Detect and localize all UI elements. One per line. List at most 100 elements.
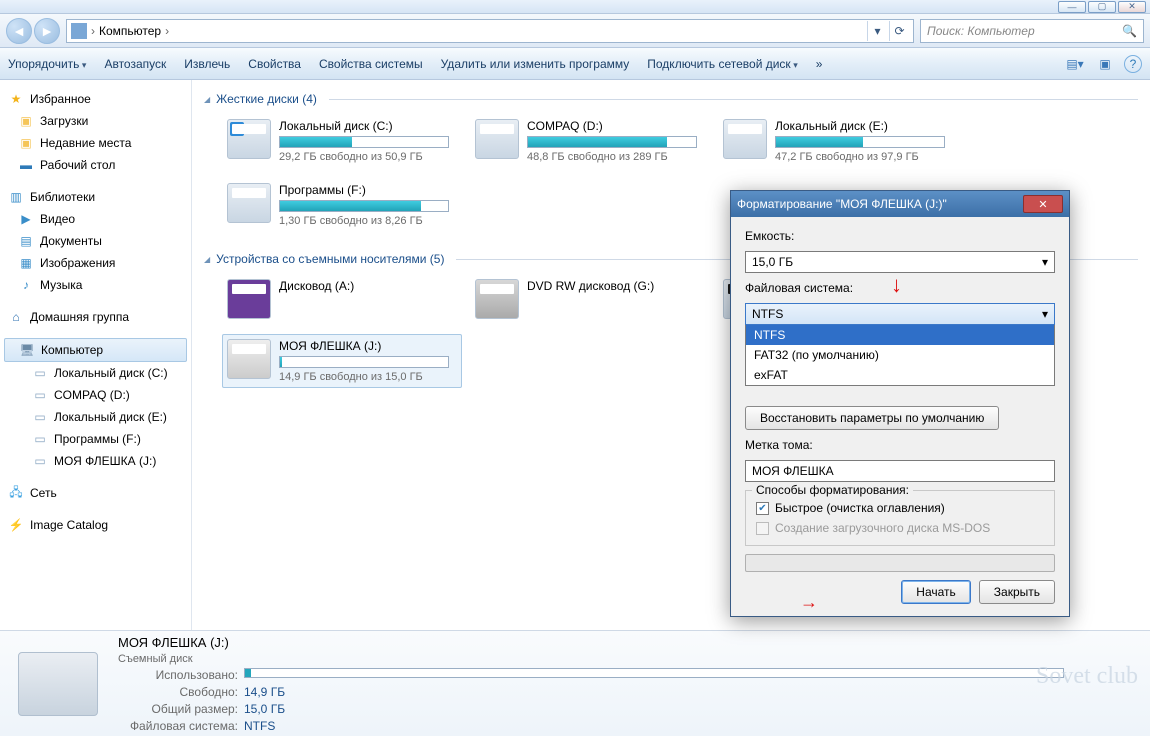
drive-item[interactable]: Дисковод (A:): [222, 274, 462, 324]
map-network-drive-button[interactable]: Подключить сетевой диск: [647, 57, 797, 71]
star-icon: ★: [8, 91, 24, 107]
sidebar-drive-f[interactable]: ▭Программы (F:): [0, 428, 191, 450]
bolt-icon: ⚡: [8, 517, 24, 533]
drive-name: Локальный диск (C:): [279, 119, 449, 133]
drive-item[interactable]: Программы (F:) 1,30 ГБ свободно из 8,26 …: [222, 178, 462, 232]
volume-label-input[interactable]: МОЯ ФЛЕШКА: [745, 460, 1055, 482]
drive-item[interactable]: DVD RW дисковод (G:): [470, 274, 710, 324]
capacity-label: Емкость:: [745, 229, 1055, 243]
hdd-icon: [475, 119, 519, 159]
library-icon: ▥: [8, 189, 24, 205]
document-icon: ▤: [18, 233, 34, 249]
chevron-down-icon: ▾: [1042, 307, 1048, 321]
organize-menu[interactable]: Упорядочить: [8, 57, 86, 71]
hdd-icon: [227, 119, 271, 159]
search-icon: 🔍: [1122, 24, 1137, 38]
view-mode-button[interactable]: ▤▾: [1064, 53, 1086, 75]
drive-item[interactable]: COMPAQ (D:) 48,8 ГБ свободно из 289 ГБ: [470, 114, 710, 168]
close-button[interactable]: ✕: [1118, 1, 1146, 13]
fs-option-exfat[interactable]: exFAT: [746, 365, 1054, 385]
filesystem-dropdown: NTFS FAT32 (по умолчанию) exFAT: [745, 325, 1055, 386]
sidebar-music[interactable]: ♪Музыка: [0, 274, 191, 296]
network-header[interactable]: 🖧Сеть: [0, 482, 191, 504]
capacity-bar: [279, 356, 449, 368]
capacity-select[interactable]: 15,0 ГБ▾: [745, 251, 1055, 273]
drive-item[interactable]: МОЯ ФЛЕШКА (J:) 14,9 ГБ свободно из 15,0…: [222, 334, 462, 388]
group-hard-drives[interactable]: Жесткие диски (4): [204, 86, 1138, 108]
close-dialog-button[interactable]: Закрыть: [979, 580, 1055, 604]
system-properties-button[interactable]: Свойства системы: [319, 57, 423, 71]
computer-icon: [71, 23, 87, 39]
breadcrumb[interactable]: › Компьютер › ▾ ⟳: [66, 19, 914, 43]
back-button[interactable]: ◄: [6, 18, 32, 44]
desktop-icon: ▬: [18, 157, 34, 173]
overflow-button[interactable]: »: [816, 57, 823, 71]
fs-option-ntfs[interactable]: NTFS: [746, 325, 1054, 345]
minimize-button[interactable]: —: [1058, 1, 1086, 13]
filesystem-select[interactable]: NTFS▾: [745, 303, 1055, 325]
dialog-close-button[interactable]: ✕: [1023, 195, 1063, 213]
volume-label-label: Метка тома:: [745, 438, 1055, 452]
refresh-button[interactable]: ⟳: [889, 21, 909, 41]
drive-stats: 14,9 ГБ свободно из 15,0 ГБ: [279, 371, 449, 383]
preview-pane-button[interactable]: ▣: [1094, 53, 1116, 75]
drive-item[interactable]: Локальный диск (C:) 29,2 ГБ свободно из …: [222, 114, 462, 168]
search-input[interactable]: Поиск: Компьютер 🔍: [920, 19, 1144, 43]
libraries-header[interactable]: ▥Библиотеки: [0, 186, 191, 208]
restore-defaults-button[interactable]: Восстановить параметры по умолчанию: [745, 406, 999, 430]
address-bar: ◄ ► › Компьютер › ▾ ⟳ Поиск: Компьютер 🔍: [0, 14, 1150, 48]
autoplay-button[interactable]: Автозапуск: [104, 57, 166, 71]
disk-icon: ▭: [32, 453, 48, 469]
forward-button[interactable]: ►: [34, 18, 60, 44]
drive-name: МОЯ ФЛЕШКА (J:): [279, 339, 449, 353]
dialog-titlebar[interactable]: Форматирование "МОЯ ФЛЕШКА (J:)" ✕: [731, 191, 1069, 217]
computer-header[interactable]: 🖥Компьютер: [4, 338, 187, 362]
drive-name: COMPAQ (D:): [527, 119, 697, 133]
format-progress: [745, 554, 1055, 572]
sidebar-desktop[interactable]: ▬Рабочий стол: [0, 154, 191, 176]
favorites-header[interactable]: ★Избранное: [0, 88, 191, 110]
drive-stats: 29,2 ГБ свободно из 50,9 ГБ: [279, 151, 449, 163]
help-button[interactable]: ?: [1124, 55, 1142, 73]
sidebar-pictures[interactable]: ▦Изображения: [0, 252, 191, 274]
image-catalog[interactable]: ⚡Image Catalog: [0, 514, 191, 536]
uninstall-programs-button[interactable]: Удалить или изменить программу: [441, 57, 630, 71]
details-pane: МОЯ ФЛЕШКА (J:) Съемный диск Использован…: [0, 630, 1150, 736]
chevron-down-icon: ▾: [1042, 255, 1048, 269]
sidebar-documents[interactable]: ▤Документы: [0, 230, 191, 252]
sidebar-drive-d[interactable]: ▭COMPAQ (D:): [0, 384, 191, 406]
sidebar-recent[interactable]: ▣Недавние места: [0, 132, 191, 154]
eject-button[interactable]: Извлечь: [184, 57, 230, 71]
breadcrumb-segment[interactable]: Компьютер: [99, 24, 161, 38]
network-icon: 🖧: [8, 485, 24, 501]
dialog-title: Форматирование "МОЯ ФЛЕШКА (J:)": [737, 197, 947, 211]
disk-icon: ▭: [32, 365, 48, 381]
details-subtitle: Съемный диск: [118, 653, 1064, 665]
folder-icon: ▣: [18, 135, 34, 151]
drive-item[interactable]: Локальный диск (E:) 47,2 ГБ свободно из …: [718, 114, 958, 168]
sidebar-videos[interactable]: ▶Видео: [0, 208, 191, 230]
watermark: Sovet club: [1036, 663, 1138, 690]
navigation-pane: ★Избранное ▣Загрузки ▣Недавние места ▬Ра…: [0, 80, 192, 630]
drive-name: DVD RW дисковод (G:): [527, 279, 654, 293]
homegroup-header[interactable]: ⌂Домашняя группа: [0, 306, 191, 328]
drive-stats: 1,30 ГБ свободно из 8,26 ГБ: [279, 215, 449, 227]
sidebar-drive-c[interactable]: ▭Локальный диск (C:): [0, 362, 191, 384]
sidebar-drive-e[interactable]: ▭Локальный диск (E:): [0, 406, 191, 428]
quick-format-checkbox[interactable]: ✔Быстрое (очистка оглавления): [756, 501, 1044, 515]
sidebar-drive-j[interactable]: ▭МОЯ ФЛЕШКА (J:): [0, 450, 191, 472]
usage-bar: [244, 668, 1064, 678]
sidebar-downloads[interactable]: ▣Загрузки: [0, 110, 191, 132]
breadcrumb-dropdown[interactable]: ▾: [867, 21, 887, 41]
maximize-button[interactable]: ▢: [1088, 1, 1116, 13]
drive-name: Дисковод (A:): [279, 279, 354, 293]
start-button[interactable]: Начать: [901, 580, 971, 604]
format-methitions-fieldset: Способы форматирования: ✔Быстрое (очистк…: [745, 490, 1055, 546]
optical-icon: [475, 279, 519, 319]
chevron-right-icon: ›: [165, 24, 169, 38]
hdd-icon: [723, 119, 767, 159]
properties-button[interactable]: Свойства: [248, 57, 301, 71]
drive-stats: 47,2 ГБ свободно из 97,9 ГБ: [775, 151, 945, 163]
capacity-bar: [775, 136, 945, 148]
fs-option-fat32[interactable]: FAT32 (по умолчанию): [746, 345, 1054, 365]
